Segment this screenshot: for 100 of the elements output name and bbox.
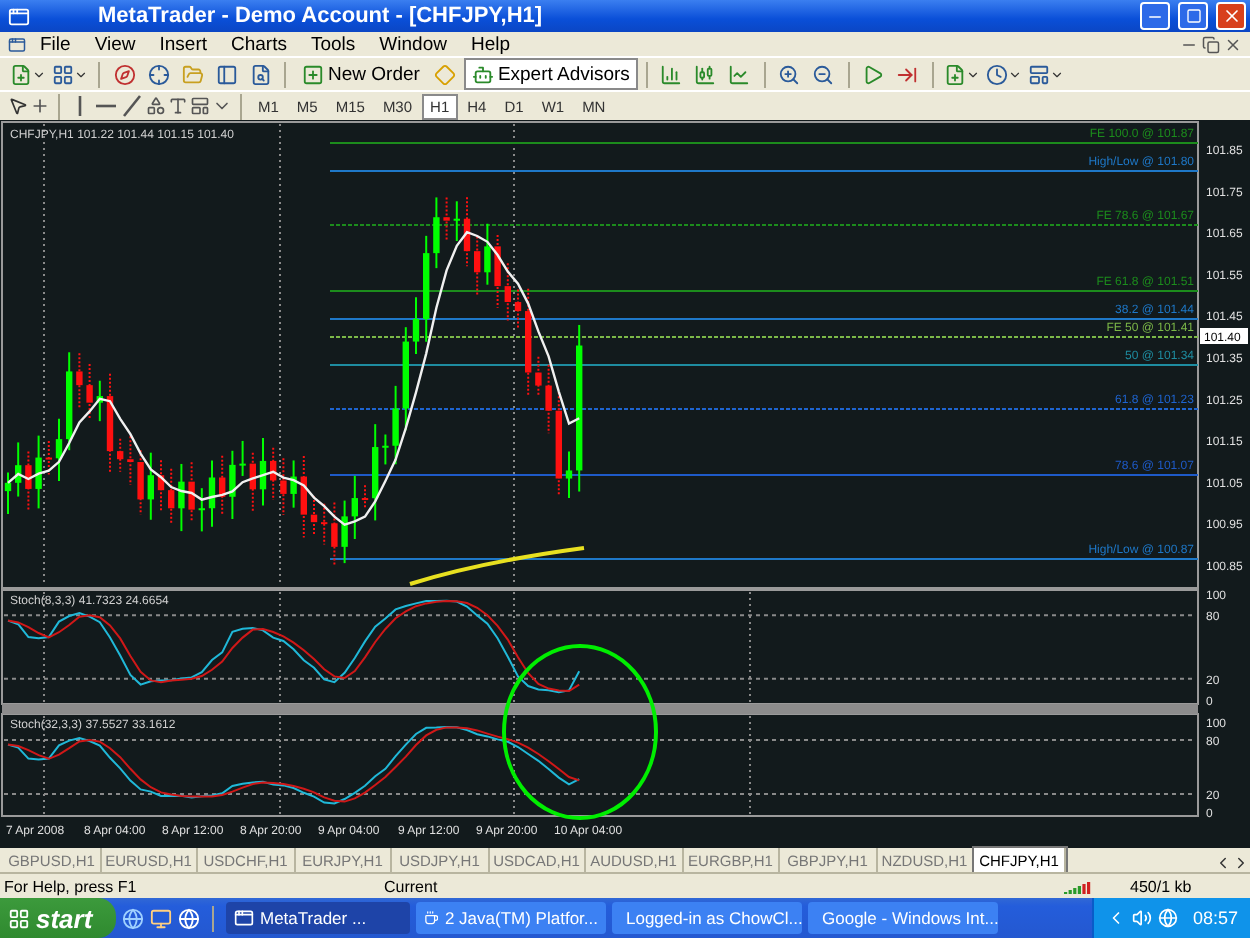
minimize-button[interactable] <box>1140 2 1170 31</box>
candle <box>504 262 511 322</box>
candle <box>168 467 175 525</box>
candle <box>433 196 440 269</box>
taskbar-button[interactable]: Google - Windows Int... <box>808 902 998 935</box>
maximize-button[interactable] <box>1178 2 1208 31</box>
candle <box>45 439 52 476</box>
candle <box>127 435 134 486</box>
candle <box>178 462 185 532</box>
candle <box>66 351 73 451</box>
browser-icon[interactable] <box>122 907 144 930</box>
app-window-icon <box>8 5 30 28</box>
label-icon[interactable] <box>190 96 210 117</box>
candle <box>208 459 216 528</box>
compass-icon <box>113 63 135 86</box>
windows-logo-icon <box>8 907 30 930</box>
candle <box>35 434 42 510</box>
clock-text: 08:57 <box>1192 908 1238 929</box>
candlestick-icon <box>694 63 717 86</box>
zoom-in-icon <box>778 63 801 86</box>
candle <box>290 459 297 509</box>
status-help-text: For Help, press F1 <box>2 877 139 896</box>
line-chart-icon <box>728 63 751 86</box>
document-icon[interactable] <box>8 35 26 54</box>
caret-icon <box>965 67 980 82</box>
candle <box>25 450 32 511</box>
candle <box>412 296 420 355</box>
new-order-button[interactable]: New Order <box>294 58 428 91</box>
new-chart-button[interactable] <box>8 59 48 90</box>
caret-icon <box>1007 67 1022 82</box>
restore-icon[interactable] <box>1202 35 1220 54</box>
candle <box>463 195 471 267</box>
candle <box>423 234 430 343</box>
close-button[interactable] <box>1216 2 1246 31</box>
volume-icon[interactable] <box>1132 908 1153 929</box>
candle <box>86 362 93 421</box>
search-icon <box>249 63 271 86</box>
candle <box>565 450 573 499</box>
maximize-icon <box>1185 8 1201 25</box>
candle <box>55 417 63 482</box>
indicators-button[interactable] <box>941 59 982 90</box>
menu-item[interactable]: Window <box>369 33 457 56</box>
candle <box>188 460 195 523</box>
candle <box>525 287 532 396</box>
cursor-icon[interactable] <box>8 96 28 117</box>
candle <box>331 501 338 568</box>
globe-icon[interactable] <box>178 907 200 930</box>
window-title: MetaTrader - Demo Account - [CHFJPY,H1] <box>98 4 545 29</box>
periods-button[interactable] <box>983 59 1024 90</box>
desktop-icon[interactable] <box>150 907 172 930</box>
menu-item[interactable]: Charts <box>221 33 297 56</box>
candle <box>443 196 450 242</box>
candle <box>229 449 236 520</box>
menu-item[interactable]: View <box>84 33 146 56</box>
scroll-right-icon[interactable] <box>1232 854 1250 873</box>
candle <box>514 288 522 330</box>
expert-advisors-button[interactable]: Expert Advisors <box>463 58 638 91</box>
candle <box>402 325 409 431</box>
menu-item[interactable]: Insert <box>149 33 217 56</box>
menu-item[interactable]: Help <box>460 33 521 56</box>
scroll-left-icon[interactable] <box>1214 854 1232 873</box>
caret-icon <box>1049 67 1064 82</box>
menu-item[interactable]: Tools <box>300 33 366 56</box>
folder-icon <box>181 63 203 86</box>
candle <box>280 457 287 516</box>
play-icon <box>862 63 885 86</box>
candle <box>341 499 348 564</box>
bar-chart-icon <box>660 63 683 86</box>
arrow-to-line-icon <box>896 63 919 86</box>
robot-icon <box>471 63 494 86</box>
menu-item[interactable]: File <box>30 33 81 56</box>
candle <box>4 471 12 515</box>
shapes-icon[interactable] <box>146 96 166 117</box>
start-button[interactable]: start <box>0 898 116 938</box>
candle <box>361 484 369 511</box>
candle <box>147 451 154 521</box>
candle <box>321 502 328 546</box>
candle <box>239 439 246 477</box>
candle <box>15 441 22 498</box>
file-plus-icon <box>10 63 32 86</box>
candle <box>198 486 205 533</box>
candle <box>555 391 562 496</box>
candle <box>270 446 277 501</box>
taskbar-button[interactable]: 2 Java(TM) Platfor... <box>416 902 606 935</box>
trend-line-icon[interactable] <box>120 94 144 119</box>
status-profile-text: Current <box>382 877 440 896</box>
candle <box>249 451 256 513</box>
text-icon[interactable] <box>168 96 188 117</box>
crosshair-icon[interactable] <box>30 96 50 117</box>
candle <box>372 422 379 522</box>
candle <box>157 459 165 512</box>
close-icon[interactable] <box>1224 35 1242 54</box>
caret-icon <box>32 67 46 82</box>
taskbar-button[interactable]: Logged-in as ChowCl... <box>612 902 802 935</box>
clock-icon <box>985 63 1008 86</box>
taskbar-button[interactable]: MetaTrader ... <box>226 902 410 935</box>
status-traffic-text: 450/1 kb <box>1128 877 1194 896</box>
candle <box>382 433 389 466</box>
candle <box>106 372 114 474</box>
network-icon[interactable] <box>1158 908 1179 929</box>
